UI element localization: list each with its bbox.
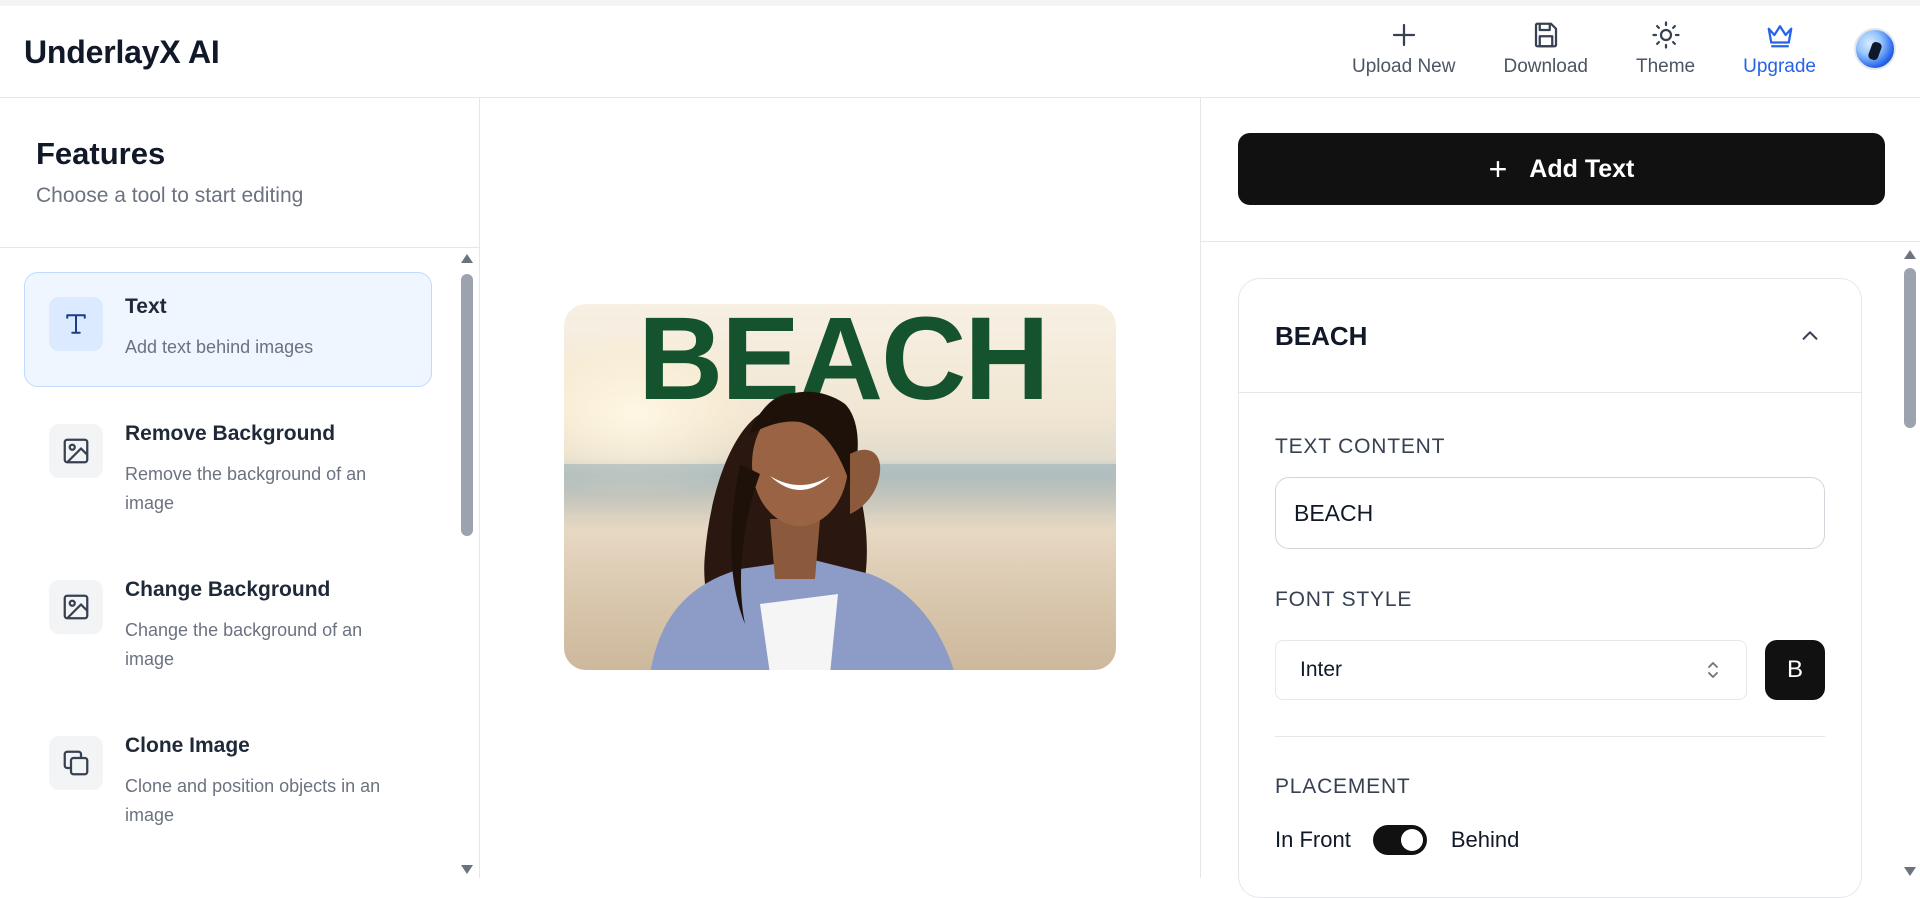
image-icon <box>49 424 103 478</box>
properties-panel: + Add Text BEACH TEXT CONTENT BEACH FONT… <box>1200 98 1920 898</box>
layer-header[interactable]: BEACH <box>1239 279 1861 393</box>
scroll-thumb[interactable] <box>461 274 473 536</box>
tool-change-background[interactable]: Change Background Change the background … <box>24 555 432 711</box>
scroll-down-arrow[interactable] <box>461 865 473 874</box>
features-sidebar: Features Choose a tool to start editing … <box>0 98 480 878</box>
bold-toggle-button[interactable]: B <box>1765 640 1825 700</box>
add-text-label: Add Text <box>1529 154 1635 183</box>
scroll-up-arrow[interactable] <box>461 254 473 263</box>
tool-desc: Clone and position objects in an image <box>125 776 381 825</box>
chevron-updown-icon <box>1708 662 1718 678</box>
scroll-thumb[interactable] <box>1904 268 1916 428</box>
crown-icon <box>1767 25 1792 48</box>
add-text-button[interactable]: + Add Text <box>1238 133 1885 205</box>
scroll-up-arrow[interactable] <box>1904 250 1916 259</box>
tool-name: Remove Background <box>125 422 336 445</box>
add-text-bar: + Add Text <box>1201 98 1920 242</box>
sun-icon <box>1651 21 1680 49</box>
top-bar: UnderlayX AI Upload New Download Theme U… <box>0 0 1920 98</box>
tool-name: Text <box>125 295 167 318</box>
editor-canvas: BEACH <box>480 98 1200 878</box>
text-layer-card: BEACH TEXT CONTENT BEACH FONT STYLE Inte… <box>1238 278 1862 898</box>
text-content-input[interactable]: BEACH <box>1275 477 1825 549</box>
tool-clone-image[interactable]: Clone Image Clone and position objects i… <box>24 711 432 867</box>
upload-new-button[interactable]: Upload New <box>1351 20 1456 78</box>
tool-name: Change Background <box>125 578 331 601</box>
font-family-value: Inter <box>1300 658 1343 681</box>
placement-behind-label: Behind <box>1450 827 1520 852</box>
tool-name: Clone Image <box>125 734 250 757</box>
text-icon <box>49 297 103 351</box>
chevron-up-icon[interactable] <box>1799 325 1821 347</box>
panel-scrollbar[interactable] <box>1901 248 1919 878</box>
theme-label: Theme <box>1635 56 1696 77</box>
download-button[interactable]: Download <box>1503 20 1588 78</box>
image-icon <box>49 580 103 634</box>
avatar[interactable] <box>1854 28 1896 70</box>
sidebar-subtitle: Choose a tool to start editing <box>36 184 304 207</box>
copy-icon <box>49 736 103 790</box>
header-nav: Upload New Download Theme Upgrade <box>1304 20 1896 78</box>
app-title: UnderlayX AI <box>24 34 220 70</box>
placement-front-label: In Front <box>1275 827 1351 852</box>
scroll-down-arrow[interactable] <box>1904 867 1916 876</box>
download-label: Download <box>1503 56 1588 77</box>
person-silhouette <box>650 391 954 670</box>
text-content-label: TEXT CONTENT <box>1275 435 1446 458</box>
sidebar-scrollbar[interactable] <box>458 252 476 876</box>
plus-icon <box>1392 23 1415 47</box>
tool-list: Text Add text behind images Remove Backg… <box>24 272 432 867</box>
font-style-label: FONT STYLE <box>1275 588 1413 611</box>
divider <box>1275 736 1825 737</box>
placement-toggle[interactable] <box>1372 825 1427 855</box>
save-icon <box>1534 22 1557 48</box>
tool-desc: Change the background of an image <box>125 620 363 669</box>
placement-row: In Front Behind <box>1275 825 1519 855</box>
tool-desc: Remove the background of an image <box>125 464 367 513</box>
upgrade-label: Upgrade <box>1743 56 1816 77</box>
upload-new-label: Upload New <box>1351 56 1456 77</box>
tool-desc: Add text behind images <box>125 337 314 357</box>
sidebar-title: Features <box>36 136 166 171</box>
placement-label: PLACEMENT <box>1275 775 1411 798</box>
tool-remove-background[interactable]: Remove Background Remove the background … <box>24 399 432 555</box>
tool-text[interactable]: Text Add text behind images <box>24 272 432 387</box>
beach-photo[interactable]: BEACH <box>564 304 1116 670</box>
sidebar-header: Features Choose a tool to start editing <box>0 98 479 248</box>
upgrade-button[interactable]: Upgrade <box>1743 20 1816 78</box>
layer-title: BEACH <box>1275 321 1368 351</box>
font-family-select[interactable]: Inter <box>1275 640 1747 700</box>
plus-icon: + <box>1488 151 1508 187</box>
theme-button[interactable]: Theme <box>1636 20 1695 78</box>
